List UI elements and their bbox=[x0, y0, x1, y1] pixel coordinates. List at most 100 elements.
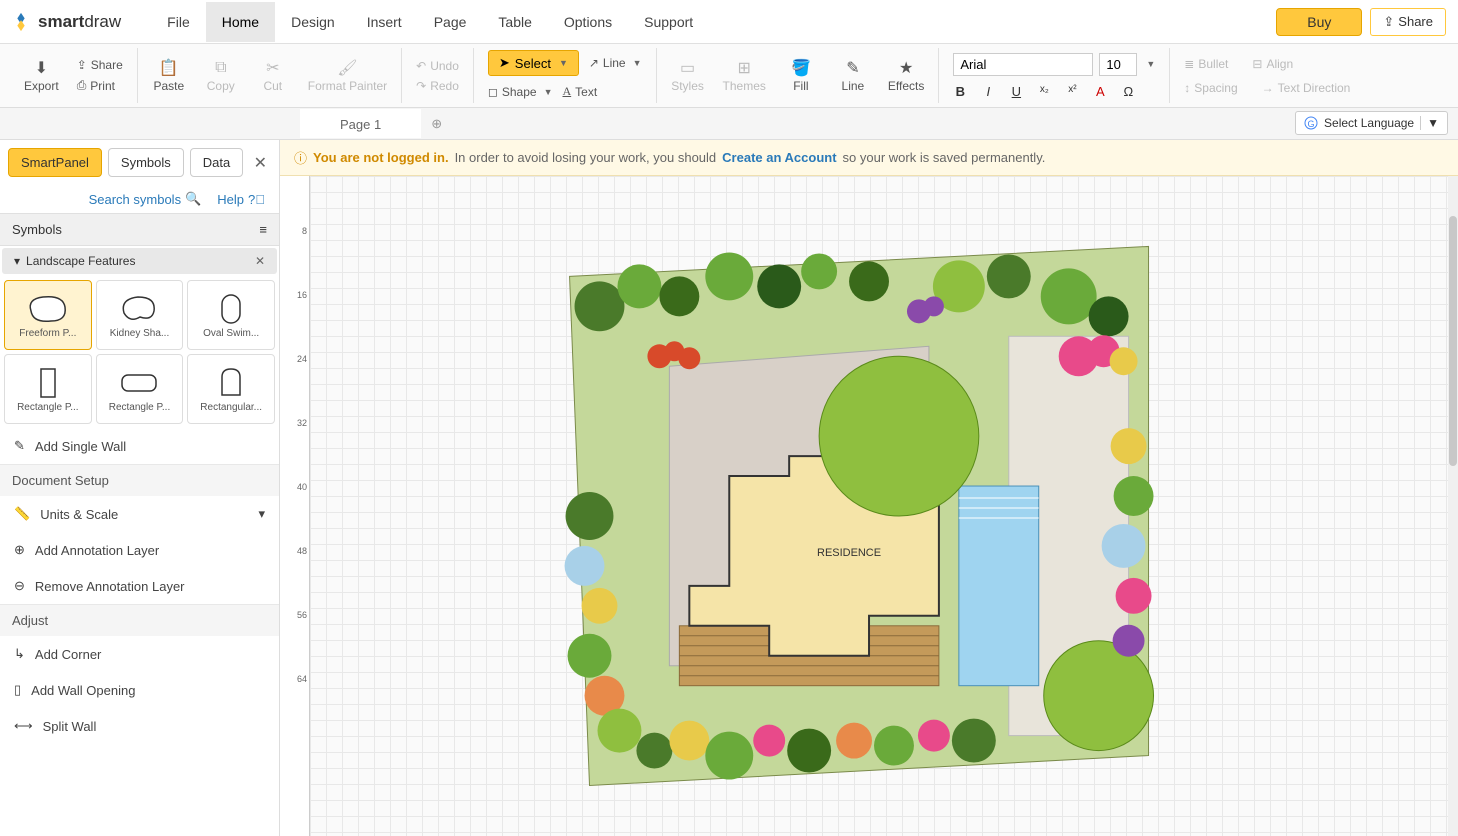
fill-icon: 🪣 bbox=[792, 59, 810, 77]
menu-item-page[interactable]: Page bbox=[418, 2, 483, 42]
panel-tab-data[interactable]: Data bbox=[190, 148, 243, 177]
pencil-icon: ✎ bbox=[844, 59, 862, 77]
panel-tab-symbols[interactable]: Symbols bbox=[108, 148, 184, 177]
split-wall-action[interactable]: ⟷Split Wall bbox=[0, 708, 279, 744]
font-size-select[interactable] bbox=[1099, 53, 1137, 76]
category-header[interactable]: ▾ Landscape Features ✕ bbox=[2, 248, 277, 274]
symbol-freeform[interactable]: Freeform P... bbox=[4, 280, 92, 350]
symbol-grid: Freeform P...Kidney Sha...Oval Swim...Re… bbox=[0, 276, 279, 428]
symbol-roundtop[interactable]: Rectangular... bbox=[187, 354, 275, 424]
add-annotation-layer-action[interactable]: ⊕Add Annotation Layer bbox=[0, 532, 279, 568]
tree-large-2[interactable] bbox=[1044, 641, 1154, 751]
shape-icon: ◻ bbox=[488, 85, 498, 99]
add-corner-action[interactable]: ↳Add Corner bbox=[0, 636, 279, 672]
split-icon: ⟷ bbox=[14, 718, 33, 734]
format-painter-button[interactable]: 🖌Format Painter bbox=[308, 59, 387, 93]
canvas-area: ⓘ You are not logged in. In order to avo… bbox=[280, 140, 1458, 836]
symbol-button[interactable]: Ω bbox=[1121, 84, 1135, 99]
language-select[interactable]: G Select Language ▼ bbox=[1295, 111, 1448, 135]
info-icon: ⓘ bbox=[294, 148, 307, 167]
vertical-ruler: 816243240485664 bbox=[280, 176, 310, 836]
bullet-button[interactable]: ≣Bullet bbox=[1184, 55, 1228, 73]
page-tab-1[interactable]: Page 1 bbox=[300, 109, 421, 138]
drawing[interactable]: RESIDENCE bbox=[310, 176, 1458, 836]
italic-button[interactable]: I bbox=[981, 84, 995, 99]
print-button[interactable]: ⎙Print bbox=[77, 76, 123, 95]
text-direction-button[interactable]: →Text Direction bbox=[1262, 79, 1351, 97]
line-style-button[interactable]: ✎Line bbox=[836, 59, 870, 93]
line-tool-button[interactable]: ↗Line▼ bbox=[589, 54, 642, 72]
svg-text:G: G bbox=[1308, 119, 1315, 129]
remove-annotation-layer-action[interactable]: ⊖Remove Annotation Layer bbox=[0, 568, 279, 604]
superscript-button[interactable]: x² bbox=[1065, 84, 1079, 99]
direction-icon: → bbox=[1262, 81, 1274, 95]
menu-icon[interactable]: ≡ bbox=[259, 222, 267, 237]
font-family-select[interactable] bbox=[953, 53, 1093, 76]
canvas[interactable]: 816243240485664 bbox=[280, 176, 1458, 836]
select-tool-button[interactable]: ➤Select▼ bbox=[488, 50, 579, 76]
ribbon: ⬇Export ⇪Share ⎙Print 📋Paste ⧉Copy ✂Cut … bbox=[0, 44, 1458, 108]
menu-item-insert[interactable]: Insert bbox=[351, 2, 418, 42]
text-tool-button[interactable]: AText bbox=[562, 82, 597, 101]
tree-large-1[interactable] bbox=[819, 356, 979, 516]
menu-item-design[interactable]: Design bbox=[275, 2, 351, 42]
paste-button[interactable]: 📋Paste bbox=[152, 59, 186, 93]
menu-item-options[interactable]: Options bbox=[548, 2, 628, 42]
cut-button[interactable]: ✂Cut bbox=[256, 59, 290, 93]
font-color-button[interactable]: A bbox=[1093, 84, 1107, 99]
bold-button[interactable]: B bbox=[953, 84, 967, 99]
add-wall-opening-action[interactable]: ▯Add Wall Opening bbox=[0, 672, 279, 708]
themes-button[interactable]: ⊞Themes bbox=[723, 59, 766, 93]
pool[interactable] bbox=[959, 486, 1039, 686]
add-page-button[interactable]: ⊕ bbox=[421, 110, 452, 138]
export-button[interactable]: ⬇Export bbox=[24, 59, 59, 93]
symbol-roundrect[interactable]: Rectangle P... bbox=[96, 354, 184, 424]
panel-scrollbar[interactable] bbox=[1448, 176, 1458, 836]
units-scale-action[interactable]: 📏Units & Scale▾ bbox=[0, 496, 279, 532]
spacing-button[interactable]: ↕Spacing bbox=[1184, 79, 1237, 97]
ruler-tick: 56 bbox=[297, 610, 307, 620]
search-symbols-link[interactable]: Search symbols 🔍 bbox=[89, 191, 202, 207]
buy-button[interactable]: Buy bbox=[1276, 8, 1362, 36]
panel-close-button[interactable]: ✕ bbox=[250, 153, 271, 173]
create-account-link[interactable]: Create an Account bbox=[722, 150, 836, 165]
help-icon: ?⃝ bbox=[248, 192, 265, 207]
styles-icon: ▭ bbox=[679, 59, 697, 77]
page-tabs: Page 1 ⊕ G Select Language ▼ bbox=[0, 108, 1458, 140]
notice-body1: In order to avoid losing your work, you … bbox=[455, 150, 717, 165]
help-link[interactable]: Help ?⃝ bbox=[217, 191, 265, 207]
align-icon: ⊟ bbox=[1252, 57, 1262, 71]
align-button[interactable]: ⊟Align bbox=[1252, 55, 1293, 73]
symbol-rectv[interactable]: Rectangle P... bbox=[4, 354, 92, 424]
category-close-button[interactable]: ✕ bbox=[255, 254, 265, 268]
subscript-button[interactable]: x₂ bbox=[1037, 84, 1051, 99]
menu-item-table[interactable]: Table bbox=[482, 2, 547, 42]
copy-button[interactable]: ⧉Copy bbox=[204, 59, 238, 93]
underline-button[interactable]: U bbox=[1009, 84, 1023, 99]
app-logo[interactable]: smartdraw bbox=[10, 11, 121, 33]
shape-tool-button[interactable]: ◻Shape▼ bbox=[488, 83, 553, 101]
chevron-down-icon: ▾ bbox=[258, 506, 265, 522]
symbol-kidney[interactable]: Kidney Sha... bbox=[96, 280, 184, 350]
styles-button[interactable]: ▭Styles bbox=[671, 59, 705, 93]
chevron-down-icon: ▾ bbox=[14, 254, 20, 268]
menu-item-file[interactable]: File bbox=[151, 2, 206, 42]
menu-item-support[interactable]: Support bbox=[628, 2, 709, 42]
add-single-wall-action[interactable]: ✎Add Single Wall bbox=[0, 428, 279, 464]
symbols-section-header[interactable]: Symbols ≡ bbox=[0, 213, 279, 246]
fill-button[interactable]: 🪣Fill bbox=[784, 59, 818, 93]
panel-tabs: SmartPanelSymbolsData ✕ bbox=[0, 140, 279, 185]
menu-item-home[interactable]: Home bbox=[206, 2, 275, 42]
share-button[interactable]: ⇪Share bbox=[77, 56, 123, 74]
share-button-top[interactable]: ⇪Share bbox=[1370, 8, 1446, 36]
logo-text: smartdraw bbox=[38, 12, 121, 32]
undo-button[interactable]: ↶Undo bbox=[416, 57, 459, 75]
panel-tab-smartpanel[interactable]: SmartPanel bbox=[8, 148, 102, 177]
opening-icon: ▯ bbox=[14, 682, 21, 698]
symbol-oval[interactable]: Oval Swim... bbox=[187, 280, 275, 350]
effects-button[interactable]: ★Effects bbox=[888, 59, 924, 93]
redo-button[interactable]: ↷Redo bbox=[416, 77, 459, 95]
cursor-icon: ➤ bbox=[499, 55, 510, 71]
cut-icon: ✂ bbox=[264, 59, 282, 77]
chevron-down-icon: ▼ bbox=[633, 58, 642, 68]
